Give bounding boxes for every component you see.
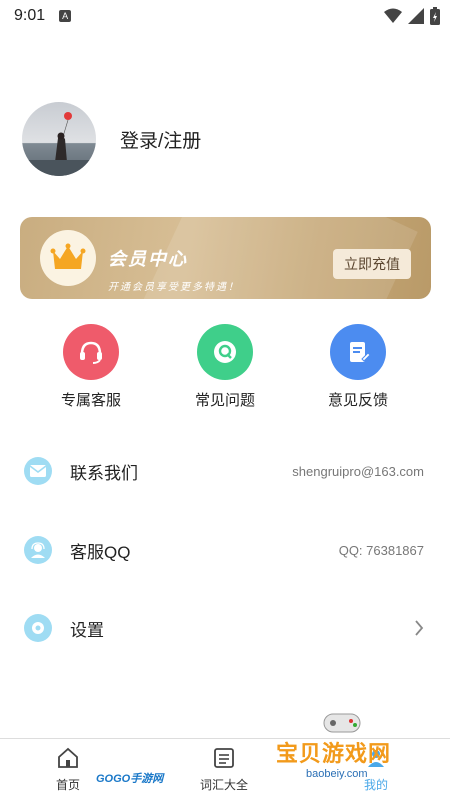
menu-row-label: 客服QQ (70, 542, 131, 562)
gogo-watermark: GOGO手游网 (96, 773, 164, 785)
status-time: 9:01 (14, 7, 46, 24)
battery-icon (430, 7, 440, 25)
home-icon (58, 747, 78, 768)
menu-row-qq[interactable]: 客服QQ QQ: 76381867 (0, 530, 450, 570)
wifi-icon (384, 8, 402, 23)
menu-row-label: 联系我们 (70, 463, 138, 483)
vip-center-card[interactable]: 会员中心 开通会员享受更多特遇！ 立即充值 (20, 217, 431, 299)
book-list-icon (214, 748, 234, 768)
nav-label: 词汇大全 (200, 778, 249, 792)
headset-icon (63, 324, 119, 380)
quick-action-customer-service[interactable]: 专属客服 (41, 324, 141, 410)
quick-action-label: 专属客服 (60, 392, 121, 409)
profile-section[interactable]: 登录/注册 (22, 102, 201, 176)
nav-item-home[interactable]: 首页 (56, 747, 80, 793)
status-bar: 9:01 A (0, 0, 450, 32)
nav-item-vocabulary[interactable]: 词汇大全 (200, 747, 248, 793)
cell-signal-icon (408, 8, 424, 24)
chevron-right-icon (415, 620, 424, 636)
recharge-button[interactable]: 立即充值 (333, 249, 411, 279)
quick-actions: 专属客服 常见问题 意见反馈 (0, 324, 450, 414)
qq-number: QQ: 76381867 (338, 542, 424, 558)
edit-document-icon (330, 324, 386, 380)
menu-row-contact[interactable]: 联系我们 shengruipro@163.com (0, 451, 450, 491)
mail-icon (24, 457, 52, 485)
notification-a-icon: A (59, 10, 72, 22)
question-bubble-icon (197, 324, 253, 380)
login-register-link[interactable]: 登录/注册 (120, 126, 201, 153)
crown-icon (40, 230, 96, 286)
avatar[interactable] (22, 102, 96, 176)
gear-icon (24, 614, 52, 642)
quick-action-label: 意见反馈 (327, 392, 388, 409)
quick-action-feedback[interactable]: 意见反馈 (308, 324, 408, 410)
support-agent-icon (24, 536, 52, 564)
baobei-watermark: 宝贝游戏网 baobeiy.com (276, 708, 426, 798)
quick-action-faq[interactable]: 常见问题 (175, 324, 275, 410)
menu-row-settings[interactable]: 设置 (0, 608, 450, 648)
baobei-text: 宝贝游戏网 (276, 741, 392, 766)
quick-action-label: 常见问题 (194, 392, 255, 409)
nav-label: 首页 (56, 778, 81, 792)
menu-row-label: 设置 (70, 620, 104, 640)
vip-subtitle: 开通会员享受更多特遇！ (108, 282, 240, 293)
status-icons (384, 7, 440, 25)
vip-title: 会员中心 (108, 249, 188, 269)
baobei-url: baobeiy.com (306, 768, 368, 780)
contact-email: shengruipro@163.com (292, 463, 424, 479)
gamepad-icon (323, 713, 361, 733)
